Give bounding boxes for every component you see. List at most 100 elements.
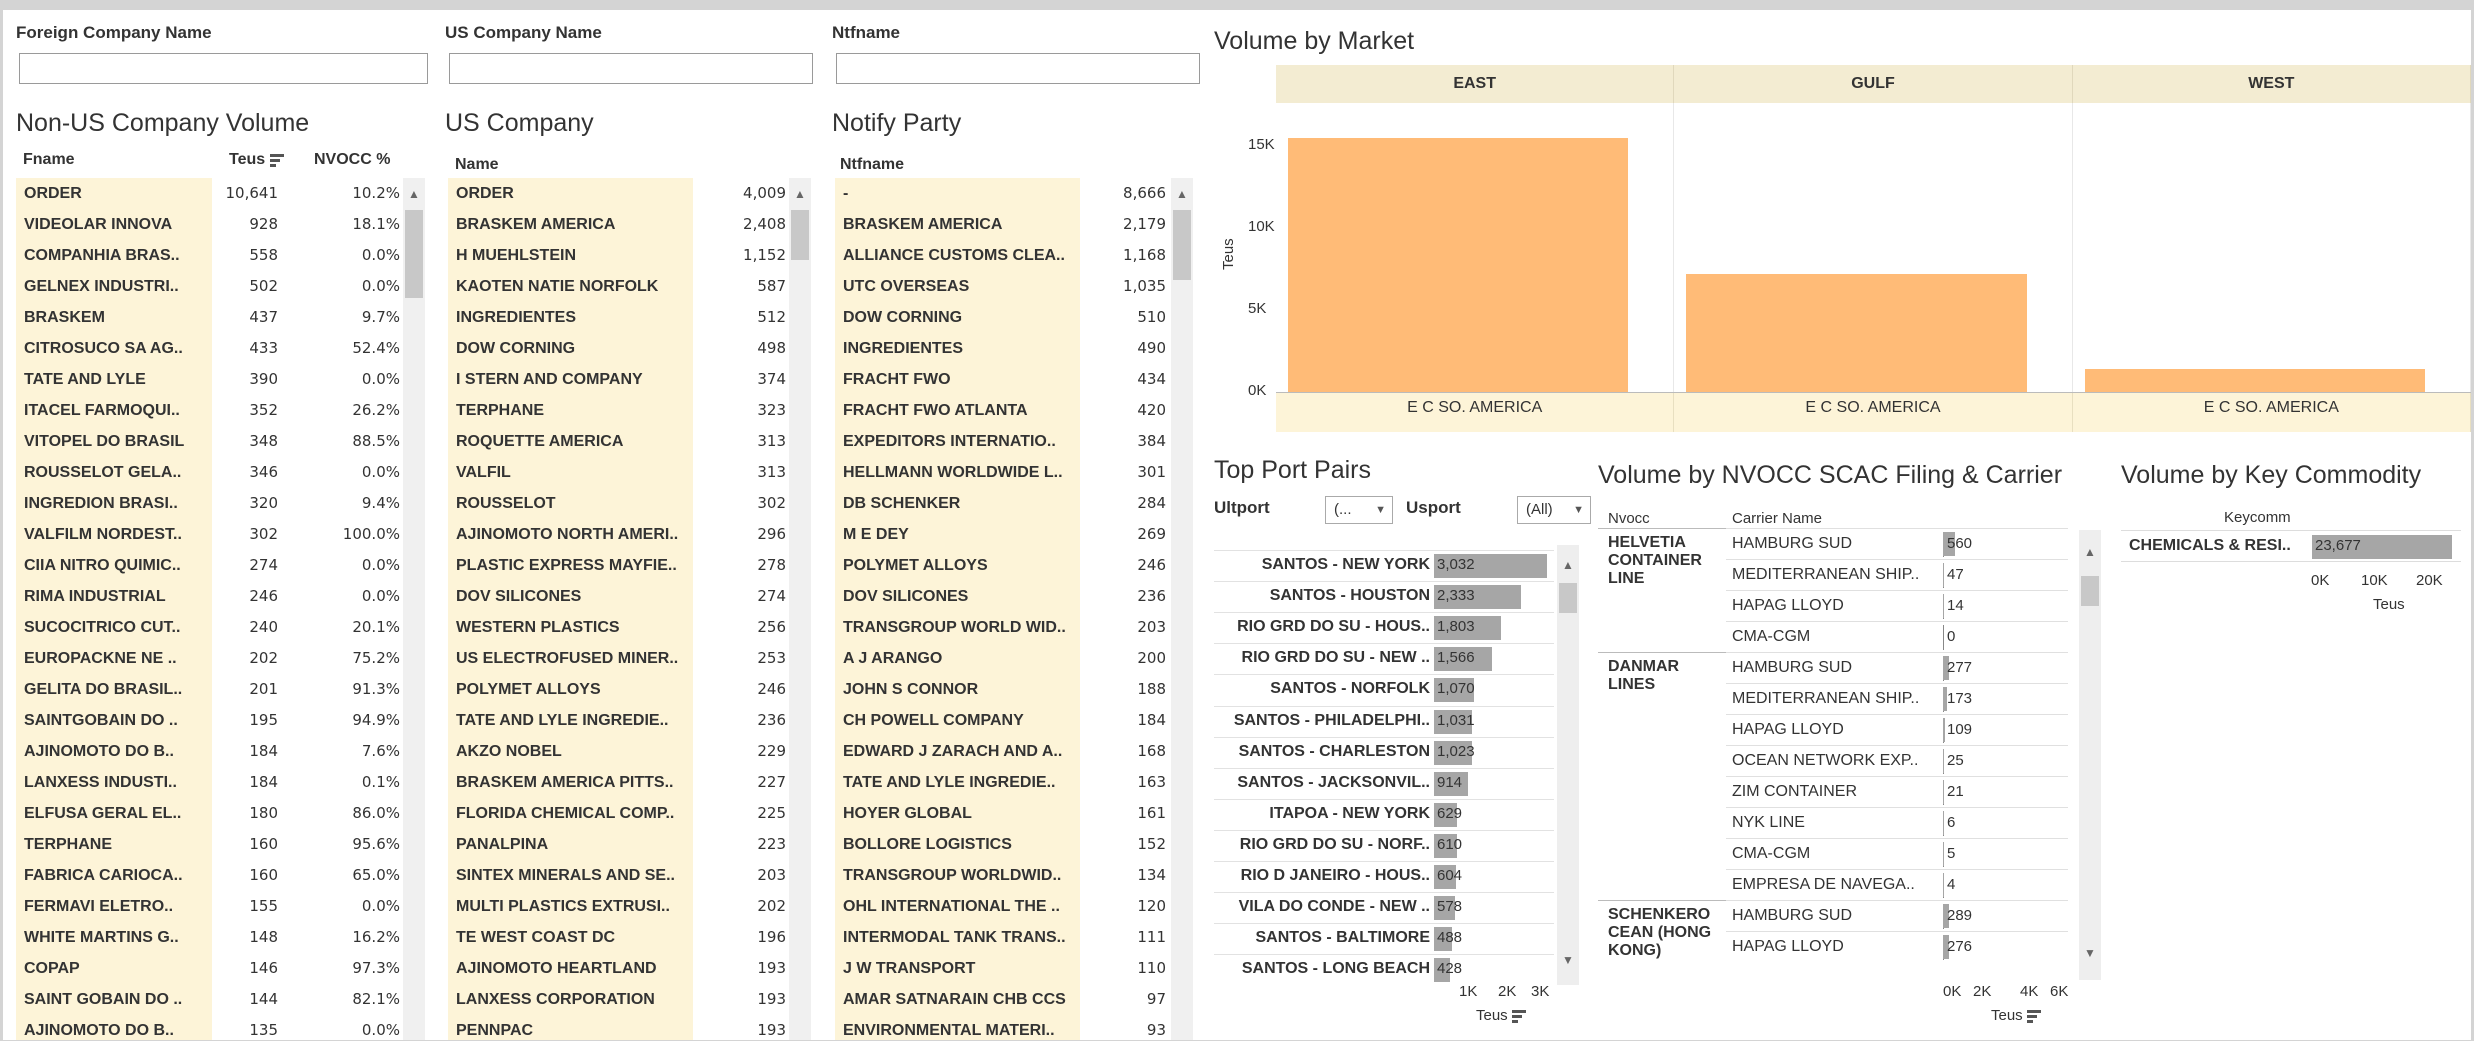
table-row[interactable]: VALFIL 313: [448, 457, 791, 488]
table-row[interactable]: H MUEHLSTEIN 1,152: [448, 240, 791, 271]
table-row[interactable]: INGREDIENTES 512: [448, 302, 791, 333]
table-row[interactable]: INTERMODAL TANK TRANS.. 111: [835, 922, 1171, 953]
table-row[interactable]: COMPANHIA BRAS.. 558 0.0%: [16, 240, 400, 271]
table-row[interactable]: AJINOMOTO NORTH AMERI.. 296: [448, 519, 791, 550]
table-row[interactable]: BRASKEM AMERICA 2,408: [448, 209, 791, 240]
scroll-up-icon[interactable]: ▲: [403, 184, 425, 204]
market-bar[interactable]: [2084, 369, 2425, 392]
foreign-company-input[interactable]: [19, 53, 428, 84]
table-row[interactable]: DOV SILICONES 274: [448, 581, 791, 612]
nvocc-carrier-row[interactable]: HAMBURG SUD 277: [1726, 652, 2068, 683]
carrier-bar[interactable]: [1943, 749, 1944, 773]
port-pair-row[interactable]: SANTOS - NEW YORK 3,032: [1214, 550, 1554, 581]
table-row[interactable]: J W TRANSPORT 110: [835, 953, 1171, 984]
table-row[interactable]: UTC OVERSEAS 1,035: [835, 271, 1171, 302]
table-row[interactable]: HELLMANN WORLDWIDE L.. 301: [835, 457, 1171, 488]
table-row[interactable]: WESTERN PLASTICS 256: [448, 612, 791, 643]
table-row[interactable]: DOW CORNING 510: [835, 302, 1171, 333]
scroll-up-icon[interactable]: ▲: [2079, 542, 2101, 562]
table-row[interactable]: POLYMET ALLOYS 246: [448, 674, 791, 705]
nvocc-carrier-row[interactable]: HAPAG LLOYD 109: [1726, 714, 2068, 745]
table-row[interactable]: GELITA DO BRASIL.. 201 91.3%: [16, 674, 400, 705]
nvocc-carrier-row[interactable]: CMA-CGM 0: [1726, 621, 2068, 652]
scroll-up-icon[interactable]: ▲: [1171, 184, 1193, 204]
market-bar[interactable]: [1288, 137, 1629, 392]
table-row[interactable]: US ELECTROFUSED MINER.. 253: [448, 643, 791, 674]
scroll-down-icon[interactable]: ▼: [1557, 950, 1579, 970]
table-row[interactable]: BRASKEM AMERICA 2,179: [835, 209, 1171, 240]
table-row[interactable]: LANXESS CORPORATION 193: [448, 984, 791, 1015]
table-row[interactable]: ROUSSELOT 302: [448, 488, 791, 519]
nvocc-carrier-row[interactable]: MEDITERRANEAN SHIP.. 173: [1726, 683, 2068, 714]
commodity-row[interactable]: CHEMICALS & RESI.. 23,677: [2121, 530, 2461, 562]
table-row[interactable]: PLASTIC EXPRESS MAYFIE.. 278: [448, 550, 791, 581]
table-row[interactable]: KAOTEN NATIE NORFOLK 587: [448, 271, 791, 302]
table-row[interactable]: TRANSGROUP WORLD WID.. 203: [835, 612, 1171, 643]
table-row[interactable]: SUCOCITRICO CUT.. 240 20.1%: [16, 612, 400, 643]
table-row[interactable]: EUROPACKNE NE .. 202 75.2%: [16, 643, 400, 674]
nonus-scrollbar[interactable]: ▲: [403, 178, 425, 1040]
notify-scrollbar[interactable]: ▲: [1171, 178, 1193, 1040]
table-row[interactable]: AJINOMOTO HEARTLAND 193: [448, 953, 791, 984]
table-row[interactable]: ELFUSA GERAL EL.. 180 86.0%: [16, 798, 400, 829]
nvocc-carrier-row[interactable]: HAPAG LLOYD 276: [1726, 931, 2068, 962]
table-row[interactable]: TATE AND LYLE INGREDIE.. 163: [835, 767, 1171, 798]
scroll-down-icon[interactable]: ▼: [2079, 943, 2101, 963]
port-pair-row[interactable]: SANTOS - PHILADELPHI.. 1,031: [1214, 705, 1554, 737]
nvocc-carrier-row[interactable]: ZIM CONTAINER 21: [1726, 776, 2068, 807]
table-row[interactable]: SINTEX MINERALS AND SE.. 203: [448, 860, 791, 891]
table-row[interactable]: BOLLORE LOGISTICS 152: [835, 829, 1171, 860]
table-row[interactable]: ITACEL FARMOQUI.. 352 26.2%: [16, 395, 400, 426]
table-row[interactable]: LANXESS INDUSTI.. 184 0.1%: [16, 767, 400, 798]
table-row[interactable]: EXPEDITORS INTERNATIO.. 384: [835, 426, 1171, 457]
table-row[interactable]: CH POWELL COMPANY 184: [835, 705, 1171, 736]
nvocc-carrier-row[interactable]: HAMBURG SUD 289: [1726, 900, 2068, 931]
table-row[interactable]: WHITE MARTINS G.. 148 16.2%: [16, 922, 400, 953]
table-row[interactable]: ROQUETTE AMERICA 313: [448, 426, 791, 457]
port-pair-row[interactable]: VILA DO CONDE - NEW .. 578: [1214, 892, 1554, 923]
nvocc-carrier-row[interactable]: NYK LINE 6: [1726, 807, 2068, 838]
port-pair-row[interactable]: SANTOS - LONG BEACH 428: [1214, 954, 1554, 985]
table-row[interactable]: ROUSSELOT GELA.. 346 0.0%: [16, 457, 400, 488]
table-row[interactable]: DB SCHENKER 284: [835, 488, 1171, 519]
table-row[interactable]: SAINT GOBAIN DO .. 144 82.1%: [16, 984, 400, 1015]
table-row[interactable]: CIIA NITRO QUIMIC.. 274 0.0%: [16, 550, 400, 581]
table-row[interactable]: ALLIANCE CUSTOMS CLEA.. 1,168: [835, 240, 1171, 271]
port-pair-row[interactable]: SANTOS - BALTIMORE 488: [1214, 923, 1554, 954]
table-row[interactable]: - 8,666: [835, 178, 1171, 209]
table-row[interactable]: RIMA INDUSTRIAL 246 0.0%: [16, 581, 400, 612]
table-row[interactable]: HOYER GLOBAL 161: [835, 798, 1171, 829]
table-row[interactable]: ORDER 4,009: [448, 178, 791, 209]
table-row[interactable]: FABRICA CARIOCA.. 160 65.0%: [16, 860, 400, 891]
port-pair-row[interactable]: RIO GRD DO SU - NEW .. 1,566: [1214, 643, 1554, 674]
table-row[interactable]: ENVIRONMENTAL MATERI.. 93: [835, 1015, 1171, 1040]
scroll-up-icon[interactable]: ▲: [1557, 555, 1579, 575]
table-row[interactable]: ORDER 10,641 10.2%: [16, 178, 400, 209]
table-row[interactable]: MULTI PLASTICS EXTRUSI.. 202: [448, 891, 791, 922]
table-row[interactable]: EDWARD J ZARACH AND A.. 168: [835, 736, 1171, 767]
table-row[interactable]: FRACHT FWO 434: [835, 364, 1171, 395]
port-pair-row[interactable]: SANTOS - CHARLESTON 1,023: [1214, 736, 1554, 768]
table-row[interactable]: JOHN S CONNOR 188: [835, 674, 1171, 705]
table-row[interactable]: PANALPINA 223: [448, 829, 791, 860]
ultport-dropdown[interactable]: (... ▼: [1325, 496, 1393, 524]
table-row[interactable]: BRASKEM 437 9.7%: [16, 302, 400, 333]
scroll-up-icon[interactable]: ▲: [789, 184, 811, 204]
table-row[interactable]: VALFILM NORDEST.. 302 100.0%: [16, 519, 400, 550]
nvocc-carrier-row[interactable]: MEDITERRANEAN SHIP.. 47: [1726, 559, 2068, 590]
table-row[interactable]: VITOPEL DO BRASIL 348 88.5%: [16, 426, 400, 457]
port-pair-row[interactable]: RIO GRD DO SU - NORF.. 610: [1214, 829, 1554, 861]
table-row[interactable]: COPAP 146 97.3%: [16, 953, 400, 984]
table-row[interactable]: INGREDIENTES 490: [835, 333, 1171, 364]
port-pair-row[interactable]: ITAPOA - NEW YORK 629: [1214, 798, 1554, 830]
table-row[interactable]: AJINOMOTO DO B.. 135 0.0%: [16, 1015, 400, 1040]
table-row[interactable]: CITROSUCO SA AG.. 433 52.4%: [16, 333, 400, 364]
table-row[interactable]: M E DEY 269: [835, 519, 1171, 550]
us-scrollbar[interactable]: ▲: [789, 178, 811, 1040]
ports-scrollbar[interactable]: ▲ ▼: [1557, 545, 1579, 985]
table-row[interactable]: TATE AND LYLE INGREDIE.. 236: [448, 705, 791, 736]
scroll-thumb[interactable]: [791, 210, 809, 260]
carrier-bar[interactable]: [1943, 718, 1946, 742]
table-row[interactable]: FERMAVI ELETRO.. 155 0.0%: [16, 891, 400, 922]
table-row[interactable]: TATE AND LYLE 390 0.0%: [16, 364, 400, 395]
